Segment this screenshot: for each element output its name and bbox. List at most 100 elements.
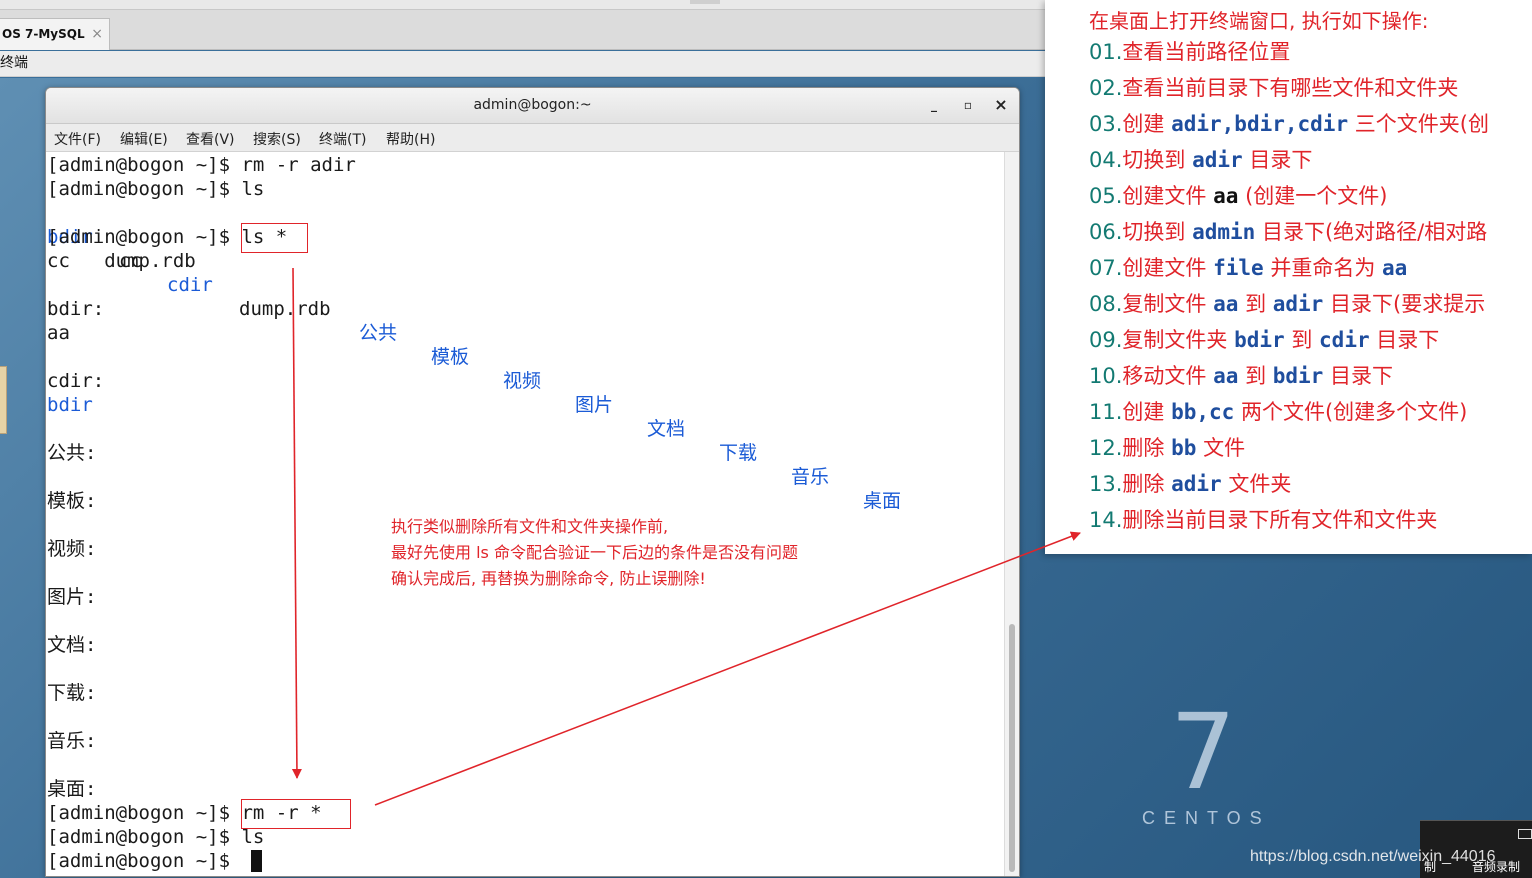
task-item: 11.创建 bb,cc 两个文件(创建多个文件) (1089, 397, 1467, 427)
task-text: 查看当前路径位置 (1122, 40, 1291, 64)
menu-help[interactable]: 帮助(H) (386, 129, 435, 149)
prompt: [admin@bogon ~]$ (47, 802, 231, 824)
task-item: 05.创建文件 aa (创建一个文件) (1089, 181, 1387, 211)
task-command: adir,bdir,cdir (1171, 112, 1349, 136)
task-command: bdir (1272, 364, 1324, 388)
task-text: 目录下 (1323, 364, 1394, 388)
menu-edit[interactable]: 编辑(E) (120, 129, 168, 149)
watermark: https://blog.csdn.net/weixin_44016 (1250, 848, 1496, 865)
task-text: 目录下(要求提示 (1323, 292, 1486, 316)
dir-entry: 桌面 (863, 490, 902, 512)
terminal-line: 模板: (47, 490, 97, 512)
menu-terminal[interactable]: 终端(T) (319, 129, 366, 149)
prompt: [admin@bogon ~]$ (47, 178, 231, 200)
annotation-note: 执行类似删除所有文件和文件夹操作前, 最好先使用 ls 命令配合验证一下后边的条… (391, 514, 911, 592)
minimize-button[interactable]: _ (924, 96, 944, 116)
prompt: [admin@bogon ~]$ (47, 154, 231, 176)
task-number: 02. (1089, 76, 1123, 100)
terminal-title: admin@bogon:~ (473, 97, 592, 113)
task-item: 03.创建 adir,bdir,cdir 三个文件夹(创 (1089, 109, 1489, 139)
task-number: 10. (1089, 364, 1123, 388)
dir-entry: 视频 (503, 370, 542, 392)
task-command: adir (1192, 148, 1243, 172)
task-text: 创建 (1122, 112, 1172, 136)
scroll-knob[interactable] (690, 0, 720, 4)
close-button[interactable]: × (991, 96, 1011, 116)
dir-entry: 文档 (647, 418, 686, 440)
task-text: 删除 (1122, 436, 1172, 460)
dir-entry: 音乐 (791, 466, 830, 488)
task-command: aa (1213, 364, 1239, 388)
terminal-line: bdir (47, 394, 93, 416)
vm-top-strip (0, 0, 1045, 10)
task-number: 09. (1089, 328, 1123, 352)
task-item: 09.复制文件夹 bdir 到 cdir 目录下 (1089, 325, 1439, 355)
task-text: 目录下 (1369, 328, 1440, 352)
task-number: 08. (1089, 292, 1123, 316)
highlight-rm-star (241, 799, 351, 829)
task-text: 删除 (1122, 472, 1172, 496)
menu-view[interactable]: 查看(V) (186, 129, 235, 149)
screen-icon (1518, 829, 1532, 839)
ls-output-line: bdir cc cdir dump.rdb 公共 模板 视频 图片 文档 下载 … (46, 201, 986, 512)
vm-sub-label[interactable]: 终端 (0, 55, 28, 71)
task-command: admin (1192, 220, 1256, 244)
terminal-line: [admin@bogon ~]$ (47, 849, 241, 873)
close-icon[interactable]: × (91, 19, 103, 49)
dir-entry: 公共 (359, 322, 398, 344)
terminal-line: cc dump.rdb (47, 250, 196, 272)
task-text: 两个文件(创建多个文件) (1234, 400, 1468, 424)
task-text: 创建文件 (1122, 184, 1214, 208)
menu-file[interactable]: 文件(F) (54, 129, 101, 149)
task-text: 创建 (1122, 400, 1172, 424)
task-text: 文件夹 (1221, 472, 1292, 496)
task-number: 12. (1089, 436, 1123, 460)
terminal-line: 图片: (47, 586, 97, 608)
terminal-line: [admin@bogon ~]$ ls (47, 825, 264, 849)
task-text: 到 (1284, 328, 1320, 352)
task-text: 创建文件 (1122, 256, 1214, 280)
task-item: 07.创建文件 file 并重命名为 aa (1089, 253, 1407, 283)
command: rm -r adir (241, 154, 356, 176)
task-command: aa (1213, 292, 1239, 316)
task-command: cdir (1319, 328, 1370, 352)
dir-entry: 图片 (575, 394, 614, 416)
vm-tab[interactable]: OS 7-MySQL × (0, 18, 110, 50)
terminal-titlebar[interactable]: admin@bogon:~ _ ▫ × (46, 88, 1019, 124)
file-entry: dump.rdb (239, 298, 331, 320)
side-widget[interactable] (0, 366, 7, 434)
maximize-button[interactable]: ▫ (958, 96, 978, 116)
scrollbar-thumb[interactable] (1009, 624, 1015, 872)
task-item: 01.查看当前路径位置 (1089, 37, 1290, 67)
task-list-panel: 在桌面上打开终端窗口, 执行如下操作: 01.查看当前路径位置 02.查看当前目… (1045, 0, 1532, 554)
task-text: (创建一个文件) (1238, 184, 1388, 208)
task-item: 06.切换到 admin 目录下(绝对路径/相对路 (1089, 217, 1487, 247)
task-text: 切换到 (1122, 220, 1193, 244)
task-item: 13.删除 adir 文件夹 (1089, 469, 1291, 499)
highlight-ls-star (241, 223, 308, 253)
terminal-line: 公共: (47, 442, 97, 464)
prompt: [admin@bogon ~]$ (47, 226, 231, 248)
annotation-line: 执行类似删除所有文件和文件夹操作前, (391, 517, 669, 536)
task-text: 到 (1238, 364, 1273, 388)
command: ls (241, 826, 265, 848)
terminal-line: aa (47, 322, 70, 344)
terminal-scrollbar[interactable] (1004, 152, 1019, 876)
prompt: [admin@bogon ~]$ (47, 826, 231, 848)
terminal-window: admin@bogon:~ _ ▫ × 文件(F) 编辑(E) 查看(V) 搜索… (45, 87, 1020, 877)
task-number: 07. (1089, 256, 1123, 280)
terminal-line: bdir: (47, 298, 105, 320)
task-command: adir (1171, 472, 1222, 496)
task-number: 13. (1089, 472, 1123, 496)
task-item: 02.查看当前目录下有哪些文件和文件夹 (1089, 73, 1458, 103)
menu-search[interactable]: 搜索(S) (253, 129, 301, 149)
prompt: [admin@bogon ~]$ (47, 850, 231, 872)
task-heading: 在桌面上打开终端窗口, 执行如下操作: (1089, 9, 1429, 33)
task-text: 并重命名为 (1263, 256, 1383, 280)
task-number: 01. (1089, 40, 1123, 64)
terminal-line: [admin@bogon ~]$ rm -r adir (47, 153, 356, 177)
terminal-line: 下载: (47, 682, 97, 704)
task-number: 05. (1089, 184, 1123, 208)
terminal-line: 桌面: (47, 778, 97, 800)
task-text: 到 (1238, 292, 1273, 316)
